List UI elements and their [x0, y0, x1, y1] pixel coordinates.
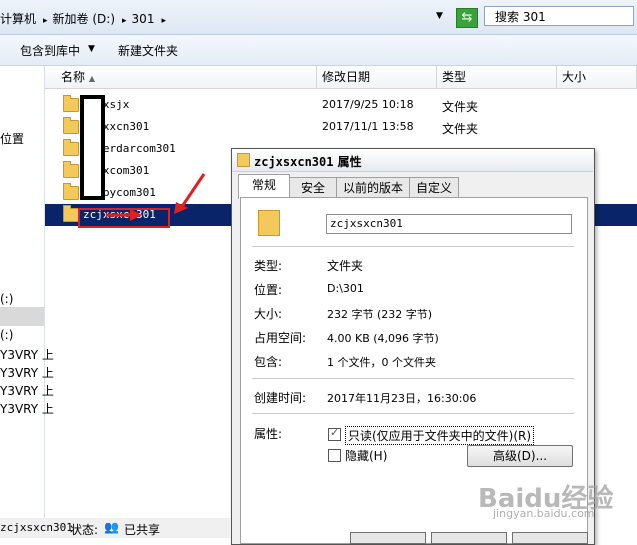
- folder-name-input[interactable]: zcjxsxcn301: [326, 214, 572, 234]
- size-value: 232 字节 (232 字节): [327, 308, 433, 321]
- size-label: 大小:: [254, 307, 283, 321]
- created-value: 2017年11月23日，16:30:06: [327, 392, 477, 405]
- column-header-type[interactable]: 类型: [437, 66, 557, 88]
- location-value: D:\301: [327, 282, 364, 295]
- contains-value: 1 个文件，0 个文件夹: [327, 356, 436, 369]
- chevron-down-icon[interactable]: ▼: [88, 44, 95, 54]
- column-header-name[interactable]: 名称 ▲: [45, 66, 317, 88]
- breadcrumb-volume[interactable]: 新加卷 (D:): [53, 10, 115, 27]
- nav-item[interactable]: (:): [0, 292, 13, 306]
- sort-ascending-icon: ▲: [88, 74, 95, 83]
- contains-label: 包含:: [254, 355, 283, 369]
- nav-item[interactable]: Y3VRY 上: [0, 364, 54, 381]
- ok-button[interactable]: [350, 532, 426, 544]
- tab-customize[interactable]: 自定义: [409, 177, 459, 198]
- column-header-date[interactable]: 修改日期: [317, 66, 437, 88]
- folder-icon: [63, 183, 79, 200]
- search-input[interactable]: 搜索 301: [484, 6, 634, 26]
- breadcrumb-folder[interactable]: 301: [132, 12, 155, 26]
- size-on-disk-label: 占用空间:: [254, 331, 307, 345]
- hidden-label[interactable]: 隐藏(H): [345, 447, 387, 464]
- readonly-checkbox[interactable]: ✓: [328, 426, 341, 441]
- folder-icon: [63, 205, 79, 222]
- attributes-label: 属性:: [254, 427, 283, 441]
- new-folder-button[interactable]: 新建文件夹: [118, 42, 178, 59]
- size-on-disk-value: 4.00 KB (4,096 字节): [327, 332, 439, 345]
- arrow-head-icon: [174, 202, 188, 214]
- divider: [252, 413, 574, 414]
- dialog-title-suffix: 属性: [337, 155, 362, 169]
- command-bar: [0, 35, 637, 66]
- status-item-name: zcjxsxcn301: [0, 521, 73, 534]
- tab-security[interactable]: 安全: [289, 177, 337, 198]
- divider: [252, 378, 574, 379]
- file-row[interactable]: zcjxsjx 2017/9/25 10:18 文件夹: [45, 94, 637, 116]
- type-label: 类型:: [254, 259, 283, 273]
- nav-divider: [0, 307, 44, 326]
- address-dropdown-icon[interactable]: ▼: [436, 11, 443, 21]
- apply-button[interactable]: [512, 532, 588, 544]
- file-row[interactable]: dlmxxcn301 2017/11/1 13:58 文件夹: [45, 116, 637, 138]
- arrow-head-icon: [130, 209, 142, 221]
- folder-icon: [63, 95, 79, 112]
- status-state-label: 状态:: [70, 523, 99, 537]
- cancel-button[interactable]: [431, 532, 507, 544]
- breadcrumb-arrow-icon[interactable]: ▸: [43, 16, 48, 26]
- file-type: 文件夹: [442, 100, 479, 114]
- breadcrumb[interactable]: 计算机 ▸ 新加卷 (D:) ▸ 301 ▸: [0, 10, 171, 27]
- folder-icon: [63, 117, 79, 134]
- watermark-url: jingyan.baidu.com: [493, 507, 595, 520]
- folder-icon: [237, 153, 250, 170]
- folder-icon: [258, 210, 280, 236]
- type-value: 文件夹: [327, 259, 364, 273]
- status-bar: zcjxsxcn301 状态: 👥 已共享: [0, 518, 230, 538]
- file-date: 2017/9/25 10:18: [322, 98, 414, 111]
- location-label: 位置:: [254, 283, 283, 297]
- divider: [252, 246, 574, 247]
- dialog-title: zcjxsxcn301 属性: [254, 153, 362, 170]
- nav-item[interactable]: Y3VRY 上: [0, 400, 54, 417]
- file-type: 文件夹: [442, 122, 479, 136]
- nav-item[interactable]: Y3VRY 上: [0, 346, 54, 363]
- column-header-size[interactable]: 大小: [557, 66, 637, 88]
- users-icon: 👥: [104, 520, 119, 534]
- tab-general[interactable]: 常规: [238, 174, 290, 199]
- checkmark-icon: ✓: [330, 426, 340, 439]
- breadcrumb-computer[interactable]: 计算机: [0, 10, 36, 27]
- tab-previous-versions[interactable]: 以前的版本: [336, 177, 410, 198]
- include-in-library-button[interactable]: 包含到库中: [20, 42, 80, 59]
- advanced-button[interactable]: 高级(D)...: [467, 445, 573, 467]
- annotation-arrows: [106, 173, 206, 221]
- nav-item[interactable]: Y3VRY 上: [0, 382, 54, 399]
- dialog-title-name: zcjxsxcn301: [254, 155, 334, 169]
- folder-icon: [63, 161, 79, 178]
- breadcrumb-arrow-icon[interactable]: ▸: [122, 16, 127, 26]
- file-date: 2017/11/1 13:58: [322, 120, 414, 133]
- arrow-diagonal-icon: [179, 173, 206, 209]
- hidden-checkbox[interactable]: [328, 449, 341, 462]
- created-label: 创建时间:: [254, 391, 307, 405]
- folder-icon: [63, 139, 79, 156]
- status-state-value: 已共享: [124, 523, 161, 537]
- nav-item[interactable]: 位置: [0, 130, 24, 147]
- nav-item[interactable]: (:): [0, 328, 13, 342]
- refresh-icon[interactable]: ⇆: [456, 8, 478, 28]
- breadcrumb-arrow-icon[interactable]: ▸: [161, 16, 166, 26]
- column-name-label: 名称: [61, 70, 86, 84]
- readonly-label[interactable]: 只读(仅应用于文件夹中的文件)(R): [345, 426, 535, 445]
